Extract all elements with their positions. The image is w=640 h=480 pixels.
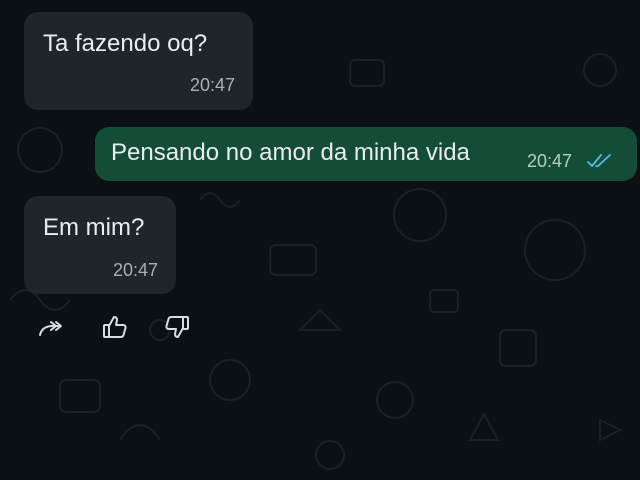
dislike-button[interactable] [160,312,194,342]
incoming-message[interactable]: Ta fazendo oq? 20:47 [24,12,253,110]
outgoing-message[interactable]: Pensando no amor da minha vida 20:47 [95,127,637,181]
message-text: Em mim? [43,214,145,241]
message-timestamp: 20:47 [189,75,235,95]
chat-area[interactable]: Ta fazendo oq? 20:47 Pensando no amor da… [0,0,640,480]
message-timestamp: 20:47 [112,260,158,280]
like-button[interactable] [98,312,132,342]
forward-button[interactable] [34,314,68,344]
message-text: Ta fazendo oq? [43,30,208,57]
forward-icon [39,321,62,336]
read-receipt-icon [587,154,611,167]
thumbs-down-icon [165,316,189,338]
thumbs-up-icon [103,316,127,338]
message-text: Pensando no amor da minha vida [111,139,470,166]
message-timestamp: 20:47 [527,151,573,171]
incoming-message[interactable]: Em mim? 20:47 [24,196,176,294]
